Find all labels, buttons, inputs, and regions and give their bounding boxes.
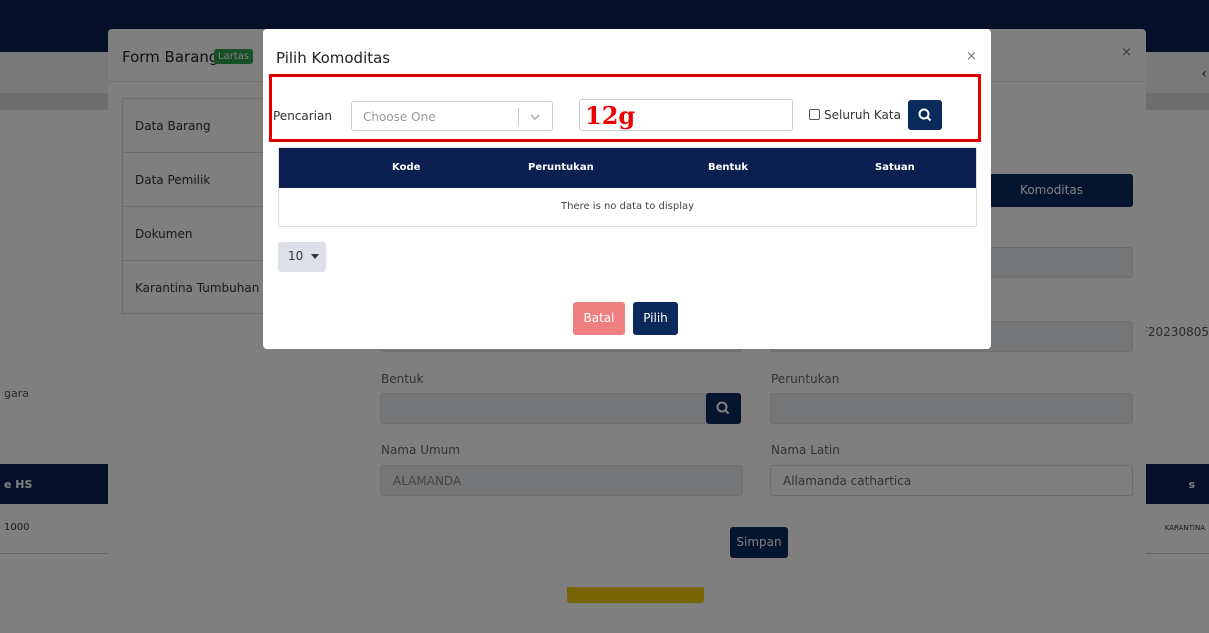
page-size-value: 10 <box>288 249 304 263</box>
table-header: Kode Peruntukan Bentuk Satuan <box>279 148 976 188</box>
column-kode[interactable]: Kode <box>392 162 420 173</box>
caret-down-icon <box>311 254 320 259</box>
batal-button[interactable]: Batal <box>573 302 625 335</box>
pilih-komoditas-modal: Pilih Komoditas × Pencarian Choose One 1… <box>263 29 991 349</box>
close-icon[interactable]: × <box>966 49 977 64</box>
page-size-dropdown[interactable]: 10 <box>278 242 326 272</box>
highlight-box <box>269 74 981 142</box>
empty-message: There is no data to display <box>560 201 695 212</box>
komoditas-table: Kode Peruntukan Bentuk Satuan There is n… <box>278 147 977 227</box>
column-satuan[interactable]: Satuan <box>875 162 915 173</box>
pilih-button[interactable]: Pilih <box>633 302 678 335</box>
column-bentuk[interactable]: Bentuk <box>708 162 748 173</box>
pilih-komoditas-title: Pilih Komoditas <box>276 49 391 67</box>
column-peruntukan[interactable]: Peruntukan <box>528 162 594 173</box>
